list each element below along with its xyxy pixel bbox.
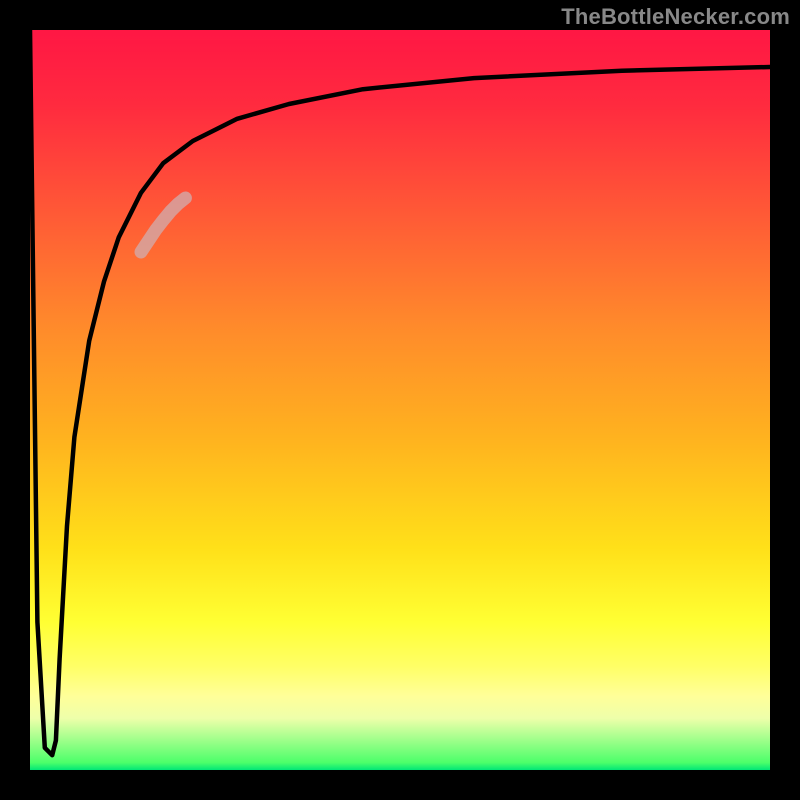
bottleneck-curve (30, 30, 770, 755)
curve-layer (30, 30, 770, 770)
chart-frame: TheBottleNecker.com (0, 0, 800, 800)
highlight-segment (141, 198, 185, 252)
attribution-text: TheBottleNecker.com (561, 4, 790, 30)
plot-area (30, 30, 770, 770)
